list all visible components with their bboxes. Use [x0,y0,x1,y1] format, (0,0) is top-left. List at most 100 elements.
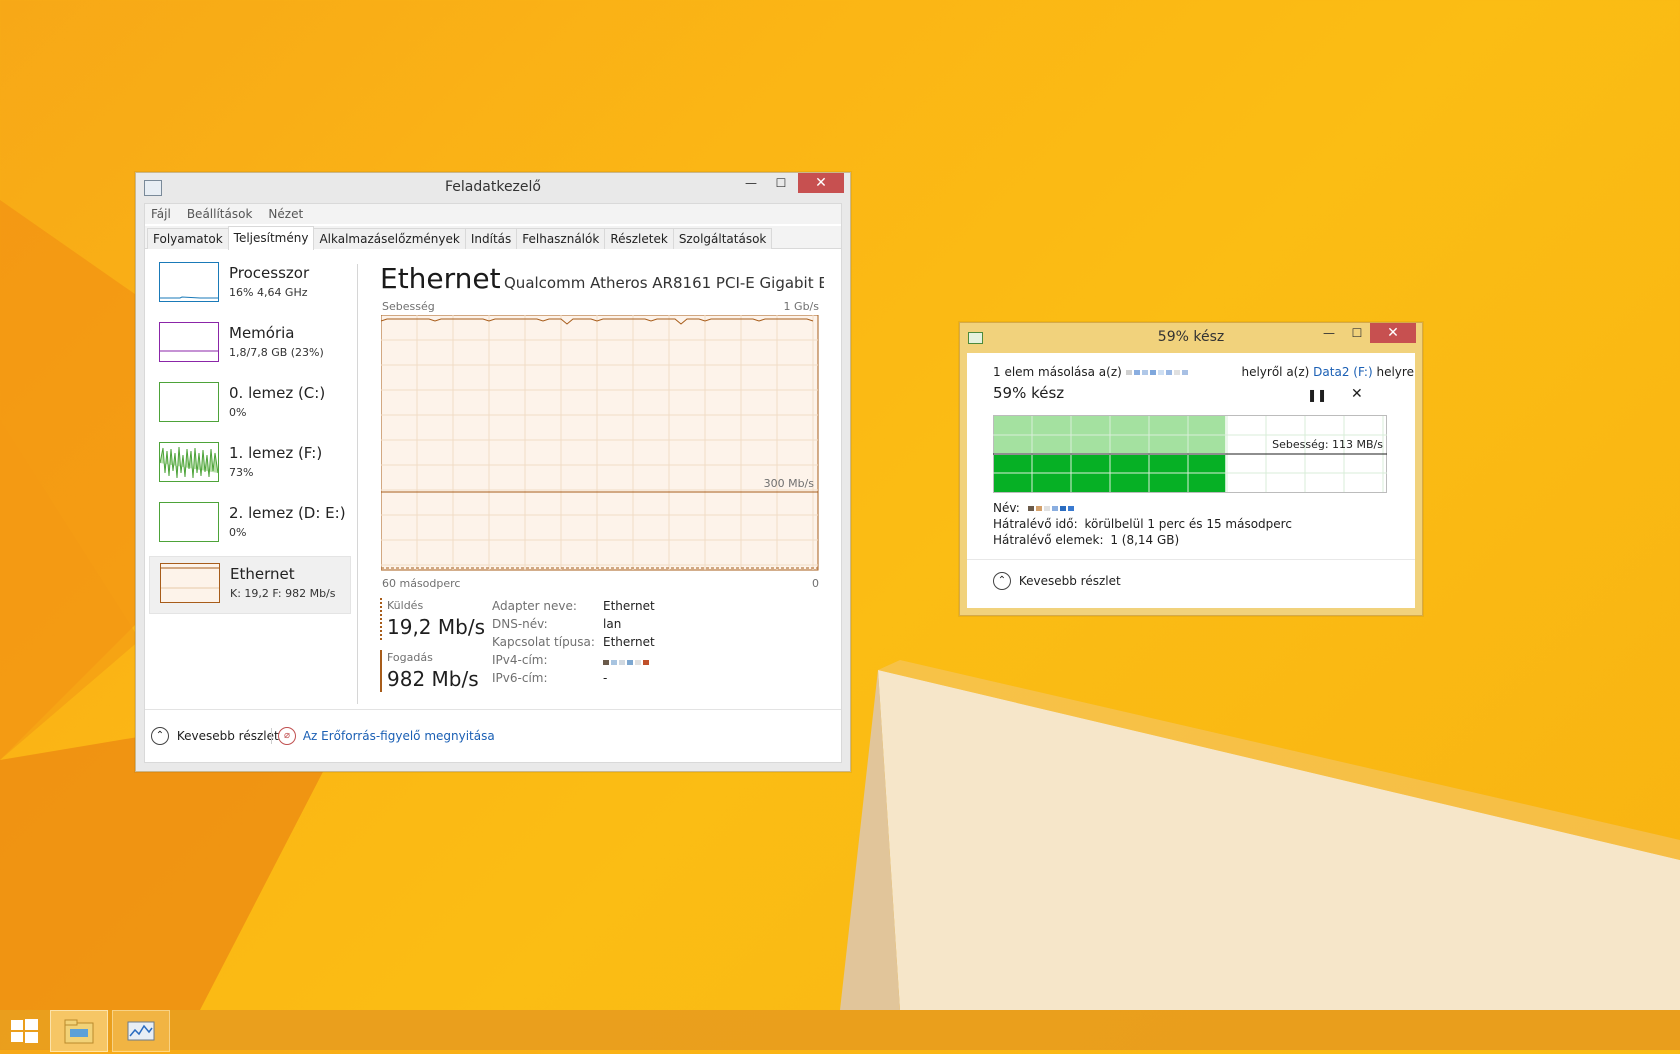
menu-settings[interactable]: Beállítások [187,207,253,221]
close-button[interactable]: ✕ [798,173,844,193]
memory-thumbnail [159,322,219,362]
info-key: IPv6-cím: [492,671,548,685]
sidebar-item-disk-0[interactable]: 0. lemez (C:) 0% [149,376,351,432]
graph-label: Sebesség [382,300,435,313]
speed-label: Sebesség: 113 MB/s [1272,438,1383,451]
ipv4-redacted [603,655,651,669]
copy-suffix: helyre [1376,365,1414,379]
cpu-thumbnail [159,262,219,302]
resource-monitor-label: Az Erőforrás-figyelő megnyitása [302,728,495,743]
page-title: Ethernet [380,262,501,295]
sidebar-item-value: 0% [229,406,247,419]
graph-mid-label: 300 Mb/s [764,477,815,490]
tab-users[interactable]: Felhasználók [516,228,606,249]
resource-monitor-link[interactable]: ⌀ Az Erőforrás-figyelő megnyitása [278,727,495,745]
sidebar-item-label: 2. lemez (D: E:) [229,504,346,522]
tab-processes[interactable]: Folyamatok [147,228,229,249]
send-label: Küldés [387,599,424,612]
fewer-details-label: Kevesebb részlet [1018,573,1121,588]
close-button[interactable]: ✕ [1370,323,1416,343]
sidebar-item-label: 0. lemez (C:) [229,384,326,402]
sidebar-item-value: 73% [229,466,254,479]
copy-progress-dialog[interactable]: 59% kész — ☐ ✕ 1 elem másolása a(z) hely… [959,322,1423,616]
chevron-up-icon: ⌃ [151,727,169,745]
sidebar-item-cpu[interactable]: Processzor 16% 4,64 GHz [149,256,351,312]
taskbar-file-explorer[interactable] [50,1010,108,1052]
tab-app-history[interactable]: Alkalmazáselőzmények [313,228,466,249]
copy-mid: helyről a(z) [1241,365,1310,379]
disk-1-thumbnail [159,442,219,482]
sidebar-item-label: Ethernet [230,565,295,583]
minimize-button[interactable]: — [738,173,764,193]
name-row: Név: [993,501,1076,515]
disk-2-thumbnail [159,502,219,542]
info-key: IPv4-cím: [492,653,548,667]
sidebar-item-label: Processzor [229,264,310,282]
menu-file[interactable]: Fájl [151,207,171,221]
destination-link[interactable]: Data2 (F:) [1313,365,1372,379]
menu-view[interactable]: Nézet [268,207,303,221]
copy-description: 1 elem másolása a(z) helyről a(z) Data2 … [993,365,1414,379]
copy-speed-graph: Sebesség: 113 MB/s [993,415,1387,493]
sidebar-item-value: 1,8/7,8 GB (23%) [229,346,324,359]
task-manager-footer: ⌃ Kevesebb részlet ⌀ Az Erőforrás-figyel… [145,709,841,762]
maximize-button[interactable]: ☐ [1344,323,1370,343]
receive-indicator [380,650,382,692]
performance-sidebar: Processzor 16% 4,64 GHz Memória 1,8/7,8 … [149,256,351,702]
throughput-graph: 300 Mb/s [381,315,819,571]
ethernet-thumbnail [160,563,220,603]
sidebar-item-value: K: 19,2 F: 982 Mb/s [230,587,336,600]
sidebar-item-disk-1[interactable]: 1. lemez (F:) 73% [149,436,351,492]
tab-services[interactable]: Szolgáltatások [672,228,773,249]
tab-startup[interactable]: Indítás [464,228,518,249]
task-manager-icon [127,1021,155,1041]
dialog-divider [967,559,1415,560]
info-value: lan [603,617,622,631]
resource-monitor-icon: ⌀ [278,727,296,745]
sidebar-item-label: Memória [229,324,295,342]
fewer-details-label: Kevesebb részlet [176,728,279,743]
tab-details[interactable]: Részletek [604,228,674,249]
windows-logo-icon [11,1019,38,1043]
sidebar-item-value: 0% [229,526,247,539]
start-button[interactable] [6,1010,42,1050]
tab-performance[interactable]: Teljesítmény [227,226,315,250]
receive-value: 982 Mb/s [387,667,479,691]
time-left-row: Hátralévő idő: körülbelül 1 perc és 15 m… [993,517,1292,531]
sidebar-item-memory[interactable]: Memória 1,8/7,8 GB (23%) [149,316,351,372]
title-bar[interactable]: Feladatkezelő — ☐ ✕ [136,173,850,203]
taskbar-task-manager[interactable] [112,1010,170,1052]
info-value: Ethernet [603,635,655,649]
sidebar-item-disk-2[interactable]: 2. lemez (D: E:) 0% [149,496,351,552]
info-key: DNS-név: [492,617,548,631]
send-indicator [380,598,384,640]
name-redacted [1027,501,1076,515]
sidebar-item-label: 1. lemez (F:) [229,444,323,462]
tab-bar: Folyamatok Teljesítmény Alkalmazáselőzmé… [145,226,841,250]
disk-0-thumbnail [159,382,219,422]
time-left-label: Hátralévő idő: [993,517,1078,531]
cancel-button[interactable]: ✕ [1351,386,1363,402]
panel-divider [357,264,358,704]
maximize-button[interactable]: ☐ [768,173,794,193]
progress-label: 59% kész [993,384,1065,402]
fewer-details-button[interactable]: ⌃ Kevesebb részlet [993,572,1121,590]
title-bar[interactable]: 59% kész — ☐ ✕ [960,323,1422,353]
minimize-button[interactable]: — [1316,323,1342,343]
sidebar-item-ethernet[interactable]: Ethernet K: 19,2 F: 982 Mb/s [149,556,351,614]
items-left-label: Hátralévő elemek: [993,533,1104,547]
receive-label: Fogadás [387,651,433,664]
source-redacted [1125,365,1238,379]
footer-separator [271,728,272,744]
graph-max-label: 1 Gb/s [783,300,819,313]
menu-bar: Fájl Beállítások Nézet [145,204,841,224]
graph-zero-label: 0 [812,577,819,590]
time-left-value: körülbelül 1 perc és 15 másodperc [1084,517,1292,531]
pause-button[interactable]: ❚❚ [1307,388,1327,402]
fewer-details-button[interactable]: ⌃ Kevesebb részlet [151,727,279,745]
copy-prefix: 1 elem másolása a(z) [993,365,1122,379]
info-key: Kapcsolat típusa: [492,635,595,649]
task-manager-window[interactable]: Feladatkezelő — ☐ ✕ Fájl Beállítások Néz… [135,172,851,772]
sidebar-item-value: 16% 4,64 GHz [229,286,308,299]
items-left-row: Hátralévő elemek: 1 (8,14 GB) [993,533,1179,547]
